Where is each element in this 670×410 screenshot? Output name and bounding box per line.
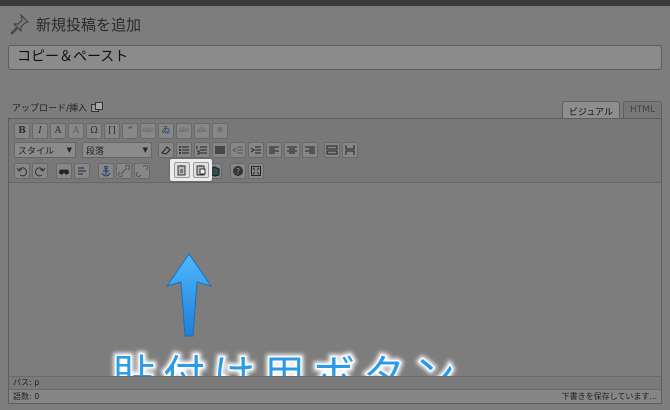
chevron-down-icon: ▼	[142, 146, 148, 154]
format-select[interactable]: 段落 ▼	[82, 142, 152, 158]
abbr-button[interactable]: abc	[176, 123, 192, 139]
paste-from-word-icon[interactable]	[193, 162, 209, 178]
pushpin-icon	[10, 13, 29, 35]
style-select[interactable]: スタイル ▼	[14, 142, 76, 158]
path-label: パス: p	[13, 378, 40, 387]
add-media-icon[interactable]	[91, 102, 104, 113]
format-select-value: 段落	[86, 146, 105, 157]
editor-footer: 語数: 0 下書きを保存しています...	[9, 389, 661, 403]
replace-icon[interactable]	[74, 163, 90, 179]
unlink-icon[interactable]	[134, 163, 150, 179]
acronym-button[interactable]: abc	[194, 123, 210, 139]
italic-button[interactable]: I	[32, 123, 48, 139]
upload-label: アップロード/挿入	[12, 104, 88, 114]
page-break-icon[interactable]	[342, 142, 358, 158]
note-button[interactable]: ※	[212, 123, 228, 139]
indent-icon[interactable]	[248, 142, 264, 158]
bold-button[interactable]: B	[14, 123, 30, 139]
path-status-bar: パス: p	[9, 376, 661, 389]
spellcheck-button[interactable]: abc	[140, 123, 156, 139]
special-char-button[interactable]: Ω	[86, 123, 102, 139]
bullet-list-icon[interactable]	[176, 142, 192, 158]
outdent-icon[interactable]	[230, 142, 246, 158]
paste-buttons-highlight	[170, 159, 212, 181]
blockquote-button[interactable]: “	[122, 123, 138, 139]
top-bar	[0, 0, 670, 6]
paste-as-text-icon[interactable]	[174, 162, 190, 178]
more-tag-icon[interactable]	[324, 142, 340, 158]
fullscreen-icon[interactable]	[248, 163, 264, 179]
annotation-arrow-icon	[165, 253, 213, 337]
page-title: 新規投稿を追加	[36, 15, 142, 34]
tab-visual[interactable]: ビジュアル	[561, 101, 620, 118]
anchor-icon[interactable]	[98, 163, 114, 179]
svg-text:?: ?	[236, 167, 240, 176]
fullwidth-bracket-button[interactable]: ⌈⌉	[104, 123, 120, 139]
undo-icon[interactable]	[14, 163, 30, 179]
text-color-button[interactable]: A	[50, 123, 66, 139]
help-icon[interactable]: ?	[230, 163, 246, 179]
post-title-input[interactable]: コピー＆ペースト	[8, 45, 662, 70]
word-count: 語数: 0	[13, 392, 40, 401]
toolbar-row-1: B I A A Ω ⌈⌉ “ abc ゐ abc abc ※	[14, 123, 228, 139]
numbered-list-icon[interactable]	[194, 142, 210, 158]
align-left-icon[interactable]	[266, 142, 282, 158]
editor-content-area[interactable]: 貼付け用ボタン 貼付け用ボタン	[9, 184, 661, 403]
ruby-button[interactable]: ゐ	[158, 123, 174, 139]
toolbar-row-3: ?	[14, 163, 264, 179]
find-icon[interactable]	[56, 163, 72, 179]
upload-insert: アップロード/挿入	[12, 101, 104, 114]
align-center-icon[interactable]	[284, 142, 300, 158]
eraser-icon[interactable]	[158, 142, 174, 158]
editor: B I A A Ω ⌈⌉ “ abc ゐ abc abc ※ スタイル ▼ 段落…	[8, 118, 662, 404]
chevron-down-icon: ▼	[66, 146, 72, 154]
justify-icon[interactable]	[212, 142, 228, 158]
redo-icon[interactable]	[32, 163, 48, 179]
editor-toolbar: B I A A Ω ⌈⌉ “ abc ゐ abc abc ※ スタイル ▼ 段落…	[9, 119, 661, 183]
editor-tabs: ビジュアル HTML	[561, 101, 662, 118]
style-select-value: スタイル	[18, 146, 55, 157]
link-icon[interactable]	[116, 163, 132, 179]
tab-html[interactable]: HTML	[622, 101, 662, 118]
page-header: 新規投稿を追加	[8, 12, 141, 36]
toolbar-row-2: スタイル ▼ 段落 ▼	[14, 142, 358, 158]
autosave-status: 下書きを保存しています...	[561, 392, 657, 401]
strikethrough-button[interactable]: A	[68, 123, 84, 139]
align-right-icon[interactable]	[302, 142, 318, 158]
